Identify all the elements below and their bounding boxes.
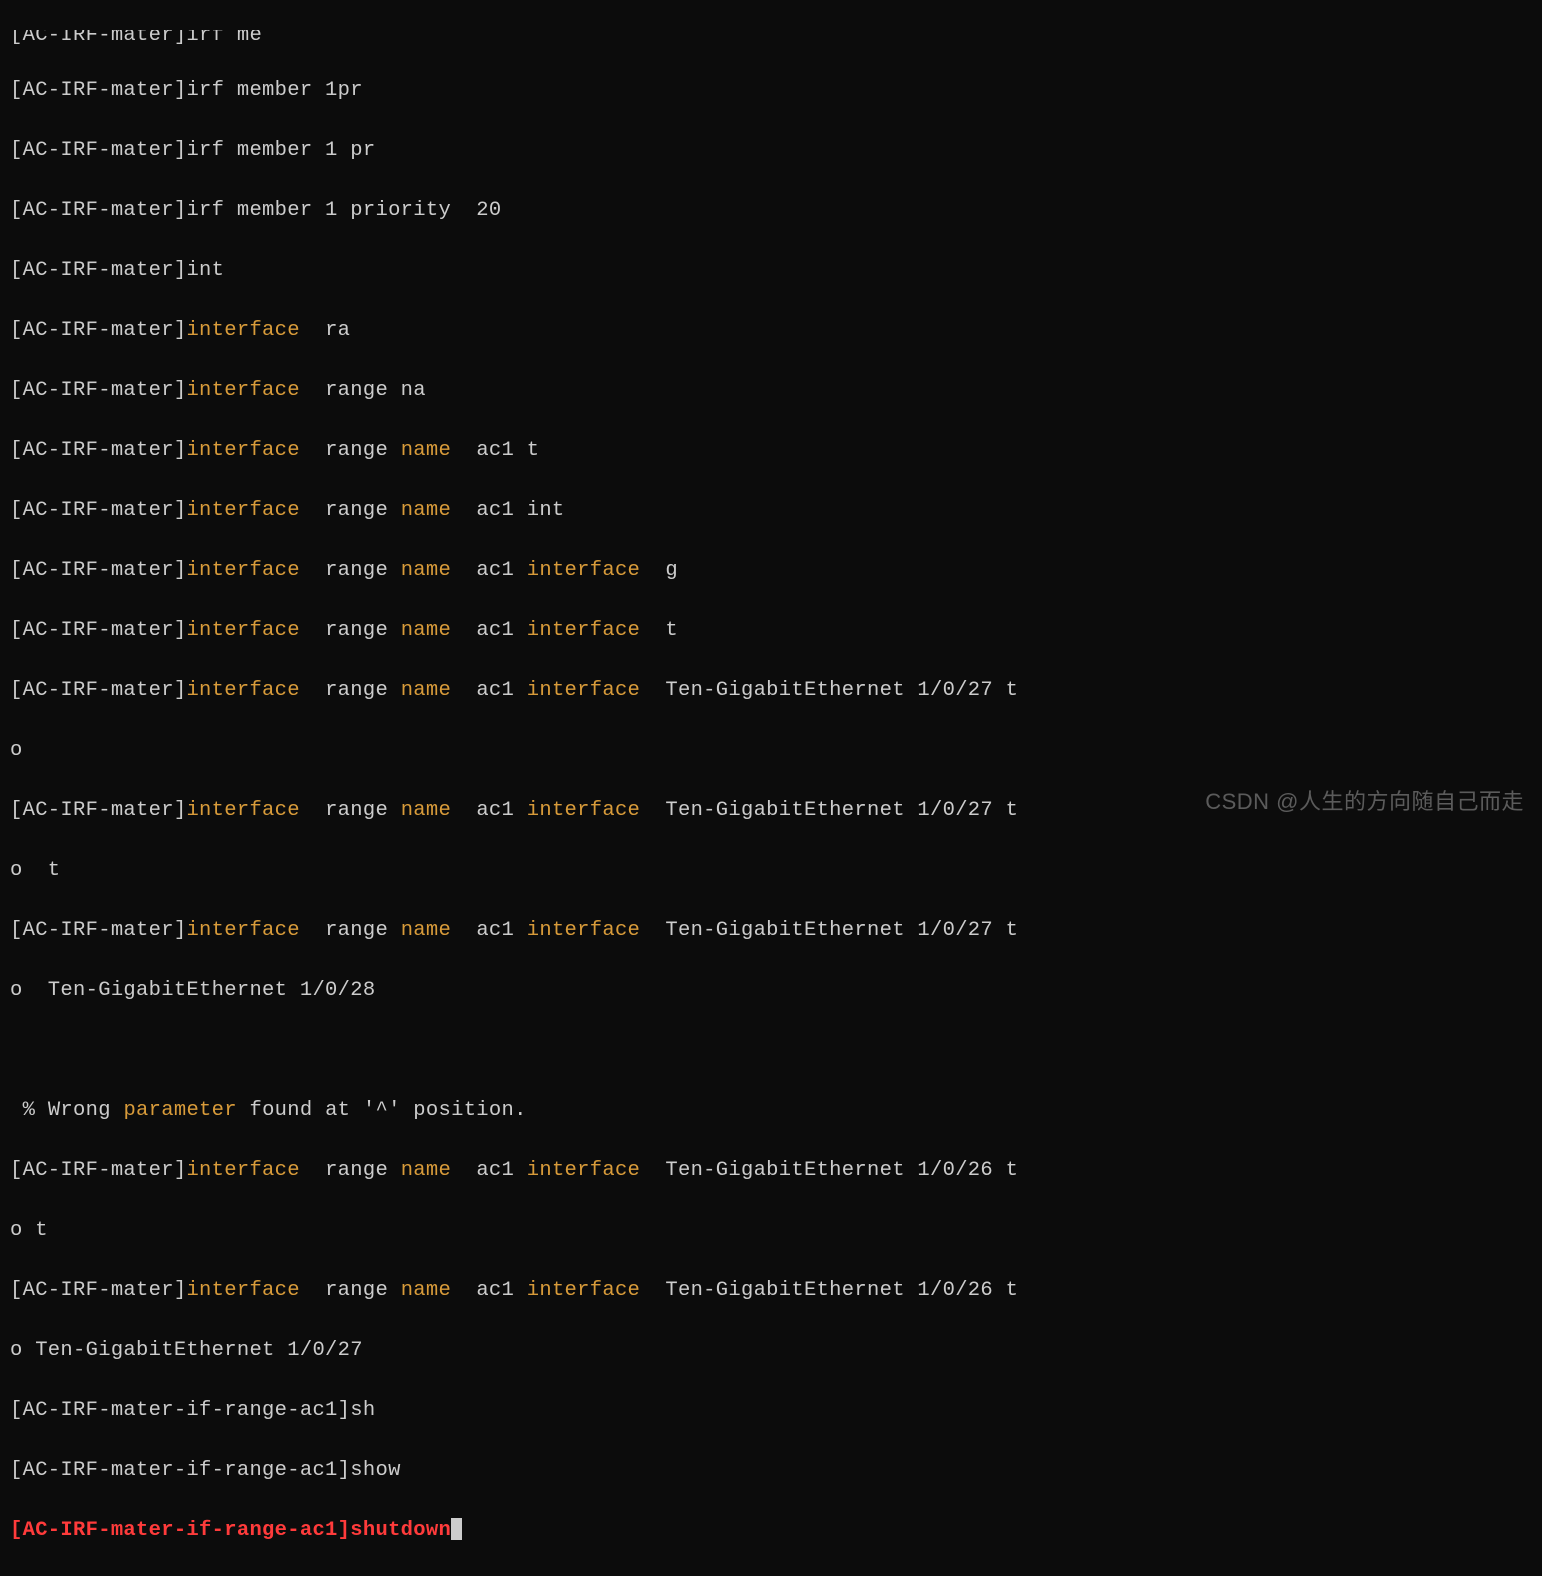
keyword-interface: interface [186,439,299,462]
error-text: % Wrong [10,1099,123,1122]
cli-text: irf member 1pr [186,79,362,102]
cli-text: range [300,1159,401,1182]
cli-text: range [300,619,401,642]
cli-text: t [640,619,678,642]
cli-text: ac1 [451,799,527,822]
cli-prompt: [AC-IRF-mater] [10,79,186,102]
keyword-interface: interface [186,919,299,942]
keyword-name: name [401,499,451,522]
cli-text: int [186,259,224,282]
keyword-interface: interface [527,619,640,642]
keyword-interface: interface [186,379,299,402]
keyword-name: name [401,1279,451,1302]
cli-text: range na [300,379,426,402]
cli-text: range [300,919,401,942]
cli-prompt: [AC-IRF-mater] [10,799,186,822]
keyword-interface: interface [527,919,640,942]
keyword-name: name [401,559,451,582]
cli-text: Ten-GigabitEthernet 1/0/26 t [640,1159,1018,1182]
keyword-name: name [401,439,451,462]
cli-cont: o t [10,859,60,882]
cli-cont: o Ten-GigabitEthernet 1/0/28 [10,979,375,1002]
cli-text: range [300,1279,401,1302]
cli-prompt: [AC-IRF-mater] [10,439,186,462]
cli-text: irf member 1 priority 20 [186,199,501,222]
keyword-interface: interface [186,799,299,822]
cli-text: range [300,679,401,702]
cli-prompt: [AC-IRF-mater] [10,1159,186,1182]
keyword-interface: interface [527,799,640,822]
keyword-parameter: parameter [123,1099,236,1122]
cli-text: range [300,559,401,582]
cli-text: ac1 t [451,439,539,462]
cli-prompt: [AC-IRF-mater] [10,499,186,522]
cli-text: ac1 [451,559,527,582]
keyword-interface: interface [186,619,299,642]
cli-text: Ten-GigabitEthernet 1/0/27 t [640,799,1018,822]
cli-text: sh [350,1399,375,1422]
keyword-name: name [401,919,451,942]
cli-text: ac1 [451,1159,527,1182]
cli-cont: o [10,739,23,762]
keyword-name: name [401,799,451,822]
cli-text: range [300,439,401,462]
keyword-interface: interface [527,679,640,702]
keyword-interface: interface [186,679,299,702]
cli-prompt: [AC-IRF-mater] [10,919,186,942]
cli-prompt: [AC-IRF-mater] [10,259,186,282]
keyword-interface: interface [186,559,299,582]
cli-prompt-range: [AC-IRF-mater-if-range-ac1] [10,1519,350,1542]
cli-prompt-range: [AC-IRF-mater-if-range-ac1] [10,1399,350,1422]
cli-text: Ten-GigabitEthernet 1/0/27 t [640,919,1018,942]
error-text: found at '^' position. [237,1099,527,1122]
keyword-interface: interface [186,1159,299,1182]
cli-prompt: [AC-IRF-mater] [10,319,186,342]
keyword-interface: interface [527,559,640,582]
cli-prompt: [AC-IRF-mater] [10,619,186,642]
cli-text: ac1 [451,619,527,642]
cli-text: Ten-GigabitEthernet 1/0/27 t [640,679,1018,702]
keyword-interface: interface [186,1279,299,1302]
cli-text: range [300,499,401,522]
cli-text: irf member 1 pr [186,139,375,162]
cli-cont: o Ten-GigabitEthernet 1/0/27 [10,1339,363,1362]
keyword-interface: interface [527,1279,640,1302]
keyword-name: name [401,679,451,702]
cli-text: ac1 int [451,499,564,522]
cursor-icon [451,1518,462,1540]
cli-text: g [640,559,678,582]
keyword-name: name [401,619,451,642]
cli-text: Ten-GigabitEthernet 1/0/26 t [640,1279,1018,1302]
cli-prompt: [AC-IRF-mater] [10,199,186,222]
cli-prompt-range: [AC-IRF-mater-if-range-ac1] [10,1459,350,1482]
cli-prompt: [AC-IRF-mater] [10,559,186,582]
keyword-interface: interface [186,499,299,522]
cli-prompt: [AC-IRF-mater] [10,1279,186,1302]
keyword-interface: interface [527,1159,640,1182]
cli-text: range [300,799,401,822]
keyword-interface: interface [186,319,299,342]
cli-prompt: [AC-IRF-mater] [10,379,186,402]
cli-text: ac1 [451,919,527,942]
cli-prompt: [AC-IRF-mater] [10,139,186,162]
keyword-name: name [401,1159,451,1182]
cli-text: ac1 [451,679,527,702]
cli-command-shutdown: shutdown [350,1519,451,1542]
cli-text: ac1 [451,1279,527,1302]
cli-prompt: [AC-IRF-mater] [10,679,186,702]
cli-text: ra [300,319,350,342]
cli-cont: o t [10,1219,48,1242]
cli-line: [AC-IRF-mater]irf me [10,30,262,46]
watermark-text: CSDN @人生的方向随自己而走 [1205,787,1524,817]
cli-text: show [350,1459,400,1482]
